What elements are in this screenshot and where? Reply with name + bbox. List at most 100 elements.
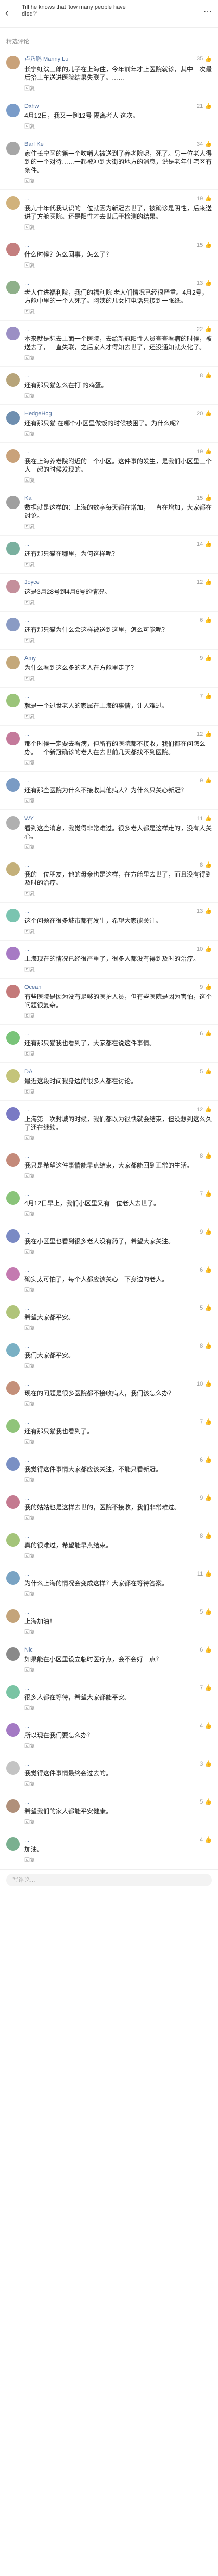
avatar[interactable] bbox=[6, 1381, 20, 1395]
reply-button[interactable]: 回复 bbox=[24, 636, 212, 644]
reply-button[interactable]: 回复 bbox=[24, 674, 212, 682]
username[interactable]: ... bbox=[24, 1343, 29, 1349]
reply-button[interactable]: 回复 bbox=[24, 1286, 212, 1293]
username[interactable]: HedgeHog bbox=[24, 411, 52, 417]
like-button[interactable]: 11 👍 bbox=[197, 815, 212, 822]
avatar[interactable] bbox=[6, 1533, 20, 1547]
reply-button[interactable]: 回复 bbox=[24, 1514, 212, 1521]
reply-button[interactable]: 回复 bbox=[24, 1552, 212, 1559]
like-button[interactable]: 7 👍 bbox=[200, 693, 212, 700]
like-button[interactable]: 8 👍 bbox=[200, 1532, 212, 1540]
avatar[interactable] bbox=[6, 142, 20, 155]
username[interactable]: Ocean bbox=[24, 984, 41, 991]
username[interactable]: ... bbox=[24, 617, 29, 624]
username[interactable]: Joyce bbox=[24, 579, 40, 586]
like-button[interactable]: 19 👍 bbox=[197, 195, 212, 202]
username[interactable]: ... bbox=[24, 1305, 29, 1311]
avatar[interactable] bbox=[6, 281, 20, 294]
reply-button[interactable]: 回复 bbox=[24, 560, 212, 568]
reply-button[interactable]: 回复 bbox=[24, 1438, 212, 1445]
reply-button[interactable]: 回复 bbox=[24, 429, 212, 437]
avatar[interactable] bbox=[6, 694, 20, 707]
reply-button[interactable]: 回复 bbox=[24, 223, 212, 231]
reply-button[interactable]: 回复 bbox=[24, 1856, 212, 1863]
reply-button[interactable]: 回复 bbox=[24, 1248, 212, 1255]
username[interactable]: ... bbox=[24, 1267, 29, 1273]
like-button[interactable]: 11 👍 bbox=[197, 1570, 212, 1578]
username[interactable]: ... bbox=[24, 862, 29, 868]
reply-button[interactable]: 回复 bbox=[24, 1704, 212, 1711]
like-button[interactable]: 5 👍 bbox=[200, 1068, 212, 1075]
like-button[interactable]: 7 👍 bbox=[200, 1684, 212, 1692]
username[interactable]: ... bbox=[24, 373, 29, 379]
like-button[interactable]: 9 👍 bbox=[200, 777, 212, 784]
avatar[interactable] bbox=[6, 56, 20, 69]
like-button[interactable]: 12 👍 bbox=[197, 731, 212, 738]
reply-button[interactable]: 回复 bbox=[24, 965, 212, 973]
username[interactable]: Barf Ke bbox=[24, 141, 44, 147]
like-button[interactable]: 6 👍 bbox=[200, 1266, 212, 1274]
like-button[interactable]: 6 👍 bbox=[200, 617, 212, 624]
back-arrow-icon[interactable]: ‹ bbox=[5, 7, 9, 19]
like-button[interactable]: 22 👍 bbox=[197, 326, 212, 333]
like-button[interactable]: 5 👍 bbox=[200, 1304, 212, 1312]
like-button[interactable]: 20 👍 bbox=[197, 410, 212, 417]
username[interactable]: 卢乃鹏 Manny Lu bbox=[24, 55, 68, 63]
avatar[interactable] bbox=[6, 449, 20, 463]
like-button[interactable]: 7 👍 bbox=[200, 1418, 212, 1426]
reply-button[interactable]: 回复 bbox=[24, 1134, 212, 1141]
avatar[interactable] bbox=[6, 196, 20, 210]
username[interactable]: ... bbox=[24, 1419, 29, 1425]
like-button[interactable]: 9 👍 bbox=[200, 655, 212, 662]
more-icon[interactable]: ··· bbox=[203, 7, 212, 17]
avatar[interactable] bbox=[6, 104, 20, 117]
username[interactable]: ... bbox=[24, 449, 29, 455]
avatar[interactable] bbox=[6, 1191, 20, 1205]
avatar[interactable] bbox=[6, 618, 20, 631]
avatar[interactable] bbox=[6, 373, 20, 387]
reply-button[interactable]: 回复 bbox=[24, 1087, 212, 1095]
username[interactable]: ... bbox=[24, 1191, 29, 1197]
avatar[interactable] bbox=[6, 947, 20, 960]
avatar[interactable] bbox=[6, 1799, 20, 1813]
avatar[interactable] bbox=[6, 1107, 20, 1121]
like-button[interactable]: 13 👍 bbox=[197, 908, 212, 915]
like-button[interactable]: 8 👍 bbox=[200, 372, 212, 379]
like-button[interactable]: 12 👍 bbox=[197, 1106, 212, 1113]
avatar[interactable] bbox=[6, 1153, 20, 1167]
avatar[interactable] bbox=[6, 1761, 20, 1775]
avatar[interactable] bbox=[6, 1419, 20, 1433]
reply-button[interactable]: 回复 bbox=[24, 1362, 212, 1369]
reply-button[interactable]: 回复 bbox=[24, 307, 212, 315]
username[interactable]: ... bbox=[24, 1031, 29, 1037]
reply-button[interactable]: 回复 bbox=[24, 758, 212, 766]
like-button[interactable]: 8 👍 bbox=[200, 861, 212, 869]
like-button[interactable]: 10 👍 bbox=[197, 946, 212, 953]
like-button[interactable]: 6 👍 bbox=[200, 1030, 212, 1037]
username[interactable]: ... bbox=[24, 946, 29, 953]
reply-button[interactable]: 回复 bbox=[24, 1666, 212, 1673]
reply-button[interactable]: 回复 bbox=[24, 1400, 212, 1407]
like-button[interactable]: 14 👍 bbox=[197, 541, 212, 548]
reply-button[interactable]: 回复 bbox=[24, 889, 212, 897]
avatar[interactable] bbox=[6, 1069, 20, 1083]
reply-button[interactable]: 回复 bbox=[24, 1818, 212, 1825]
avatar[interactable] bbox=[6, 542, 20, 555]
reply-button[interactable]: 回复 bbox=[24, 598, 212, 606]
username[interactable]: ... bbox=[24, 1685, 29, 1691]
reply-button[interactable]: 回复 bbox=[24, 1742, 212, 1749]
like-button[interactable]: 35 👍 bbox=[197, 56, 212, 62]
username[interactable]: Amy bbox=[24, 655, 36, 662]
reply-button[interactable]: 回复 bbox=[24, 712, 212, 720]
username[interactable]: ... bbox=[24, 1457, 29, 1463]
username[interactable]: ... bbox=[24, 1229, 29, 1235]
like-button[interactable]: 6 👍 bbox=[200, 1456, 212, 1464]
avatar[interactable] bbox=[6, 778, 20, 792]
avatar[interactable] bbox=[6, 1229, 20, 1243]
reply-button[interactable]: 回复 bbox=[24, 1476, 212, 1483]
reply-button[interactable]: 回复 bbox=[24, 476, 212, 484]
reply-button[interactable]: 回复 bbox=[24, 1780, 212, 1787]
avatar[interactable] bbox=[6, 1685, 20, 1699]
username[interactable]: ... bbox=[24, 326, 29, 333]
like-button[interactable]: 15 👍 bbox=[197, 494, 212, 502]
